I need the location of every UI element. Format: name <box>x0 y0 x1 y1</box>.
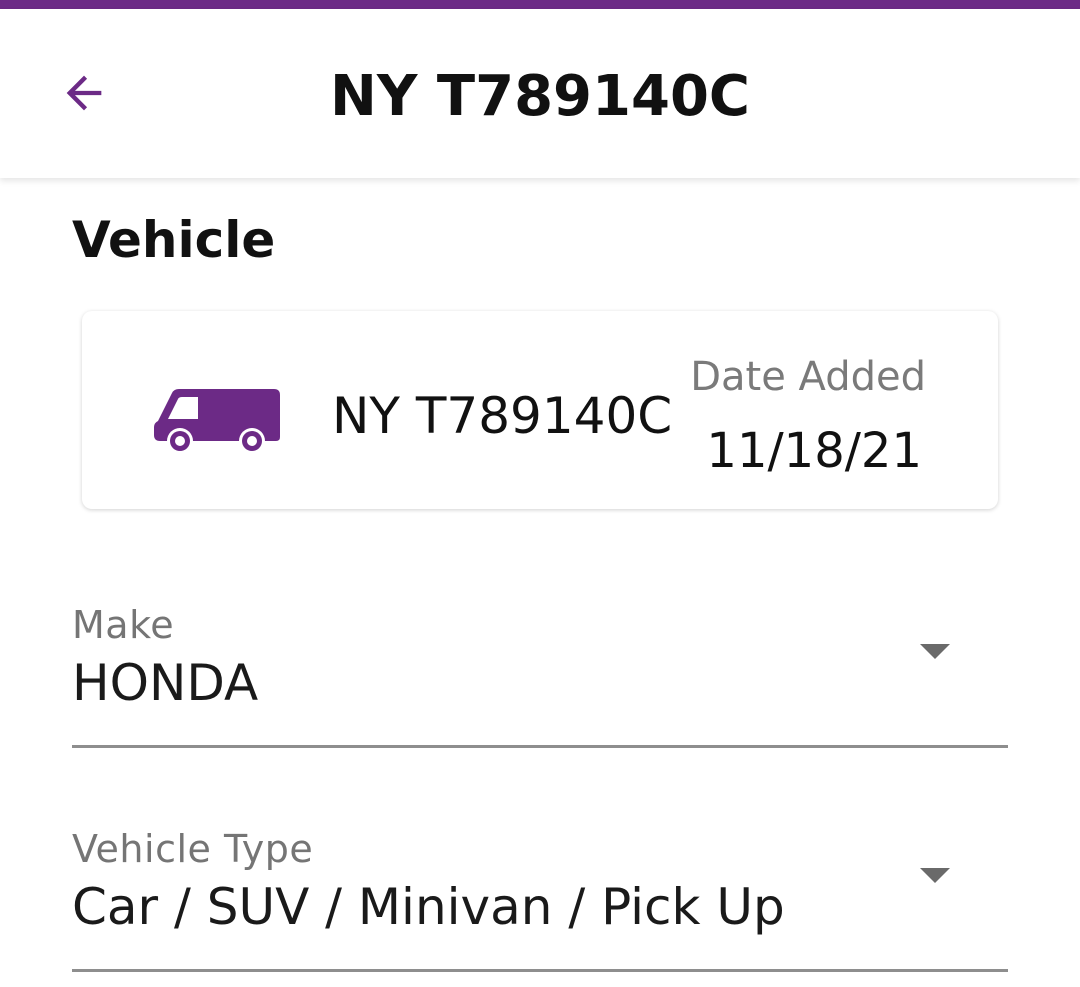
status-accent-strip <box>0 0 1080 9</box>
chevron-down-icon <box>920 868 950 883</box>
date-added-value: 11/18/21 <box>706 423 922 479</box>
make-label: Make <box>72 603 175 647</box>
vehicle-type-label: Vehicle Type <box>72 827 314 871</box>
make-dropdown[interactable]: Make HONDA <box>72 600 1008 748</box>
vehicle-type-underline <box>72 969 1008 972</box>
vehicle-card[interactable]: NY T789140C Date Added 11/18/21 <box>82 311 998 509</box>
chevron-down-icon <box>920 644 950 659</box>
page-title: NY T789140C <box>330 64 750 129</box>
vehicle-type-dropdown[interactable]: Vehicle Type Car / SUV / Minivan / Pick … <box>72 824 1008 972</box>
vehicle-type-value: Car / SUV / Minivan / Pick Up <box>72 878 785 936</box>
vehicle-plate: NY T789140C <box>332 387 673 445</box>
van-icon <box>154 389 280 454</box>
make-underline <box>72 745 1008 748</box>
date-added-label: Date Added <box>690 354 926 400</box>
app-bar: NY T789140C <box>0 9 1080 178</box>
section-title-vehicle: Vehicle <box>72 211 276 269</box>
make-value: HONDA <box>72 654 259 712</box>
